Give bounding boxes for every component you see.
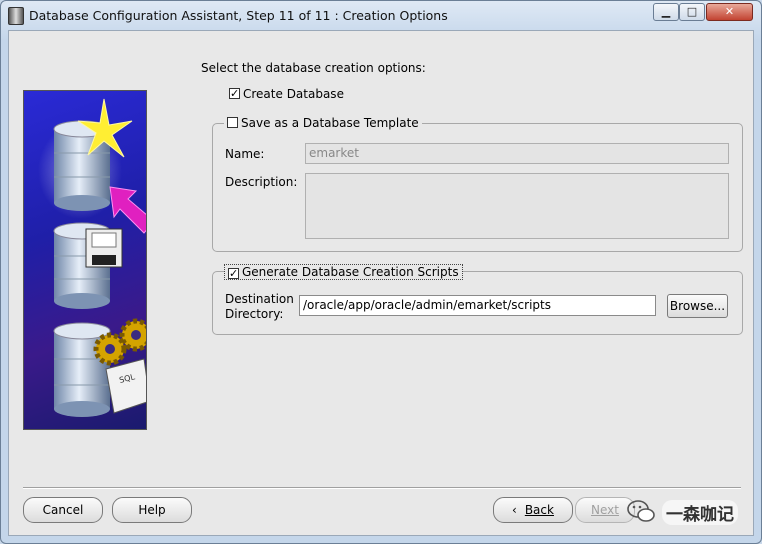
help-button[interactable]: Help <box>112 497 192 523</box>
chevron-left-icon: ‹ <box>512 503 517 517</box>
save-template-label: Save as a Database Template <box>241 116 419 130</box>
generate-scripts-label: Generate Database Creation Scripts <box>242 265 459 279</box>
generate-scripts-checkbox[interactable]: ✓ <box>228 268 239 279</box>
name-label: Name: <box>225 147 265 161</box>
footer-separator <box>23 487 741 489</box>
template-name-field[interactable]: emarket <box>305 143 729 164</box>
intro-label: Select the database creation options: <box>201 61 426 75</box>
watermark-text: 一森咖记 <box>662 500 738 525</box>
database-illustration-icon: SQL <box>38 98 146 417</box>
dialog-body: SQL Select the database creation options… <box>8 30 754 536</box>
wechat-icon <box>627 500 655 522</box>
watermark: 一森咖记 <box>626 496 748 526</box>
app-window: Database Configuration Assistant, Step 1… <box>0 0 762 544</box>
cancel-button[interactable]: Cancel <box>23 497 103 523</box>
close-button[interactable]: ✕ <box>706 3 753 21</box>
next-label: Next <box>591 503 619 517</box>
back-label: Back <box>524 503 554 517</box>
save-template-checkbox[interactable] <box>227 117 238 128</box>
back-button[interactable]: ‹ Back <box>493 497 573 523</box>
create-database-label: Create Database <box>243 87 344 101</box>
app-icon <box>8 7 24 25</box>
create-database-checkbox[interactable]: ✓ <box>229 88 240 99</box>
title-bar: Database Configuration Assistant, Step 1… <box>1 1 761 29</box>
minimize-button[interactable]: ▁ <box>653 3 679 21</box>
window-title: Database Configuration Assistant, Step 1… <box>29 8 448 23</box>
destination-label-line1: Destination <box>225 292 294 306</box>
maximize-button[interactable]: □ <box>679 3 705 21</box>
wizard-illustration: SQL <box>23 90 147 430</box>
template-legend: Save as a Database Template <box>224 116 422 130</box>
scripts-legend: ✓ Generate Database Creation Scripts <box>224 264 463 280</box>
description-label: Description: <box>225 175 298 189</box>
destination-label-line2: Directory: <box>225 307 284 321</box>
browse-button[interactable]: Browse... <box>667 294 728 318</box>
destination-directory-input[interactable]: /oracle/app/oracle/admin/emarket/scripts <box>299 295 656 316</box>
template-description-field[interactable] <box>305 173 729 239</box>
